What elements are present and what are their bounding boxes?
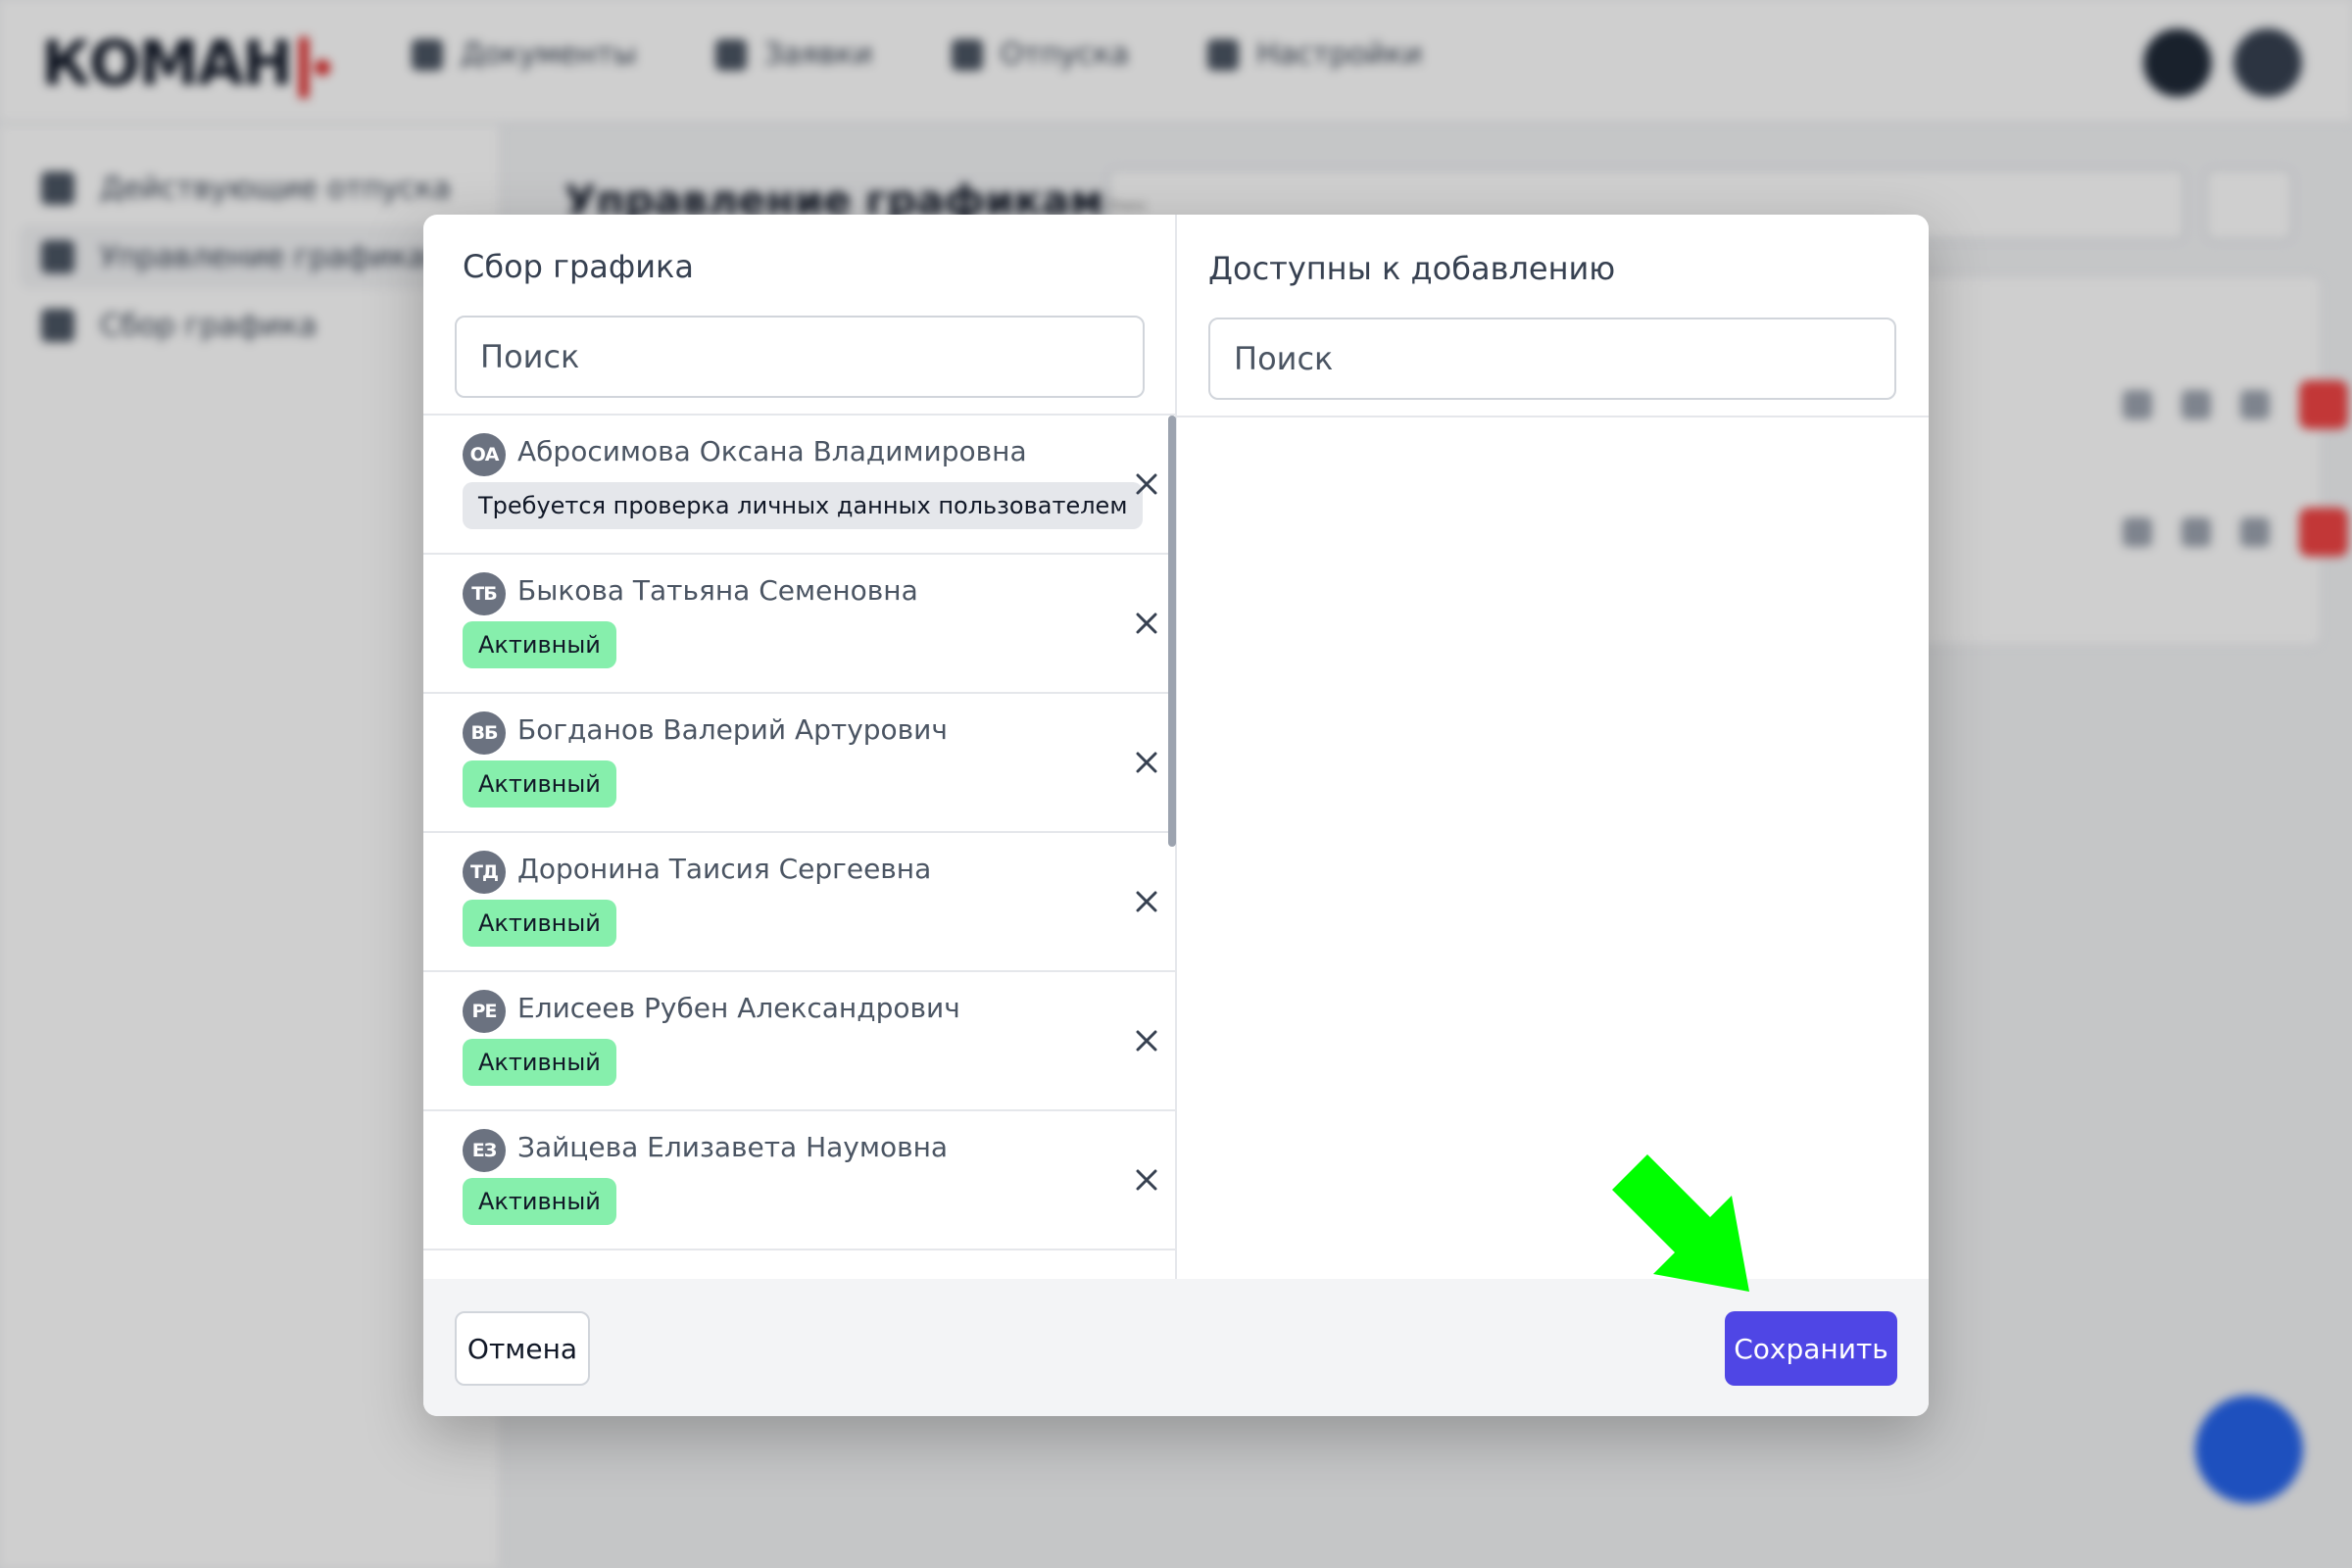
status-badge: Активный bbox=[463, 1039, 616, 1086]
list-item: ВБ Богданов Валерий Артурович Активный bbox=[423, 694, 1177, 833]
save-button[interactable]: Сохранить bbox=[1725, 1311, 1897, 1386]
close-icon bbox=[1136, 1030, 1157, 1052]
avatar: РЕ bbox=[463, 990, 506, 1033]
employee-name: Елисеев Рубен Александрович bbox=[517, 992, 960, 1024]
list-item: ТБ Быкова Татьяна Семеновна Активный bbox=[423, 555, 1177, 694]
list-item: РЕ Елисеев Рубен Александрович Активный bbox=[423, 972, 1177, 1111]
remove-button[interactable] bbox=[1129, 1162, 1164, 1198]
remove-button[interactable] bbox=[1129, 1023, 1164, 1058]
close-icon bbox=[1136, 891, 1157, 912]
selected-employee-list: ОА Абросимова Оксана Владимировна Требуе… bbox=[423, 416, 1177, 1279]
status-badge: Требуется проверка личных данных пользов… bbox=[463, 482, 1144, 529]
cancel-button[interactable]: Отмена bbox=[455, 1311, 590, 1386]
divider bbox=[1177, 416, 1929, 417]
status-badge: Активный bbox=[463, 760, 616, 808]
avatar: ТБ bbox=[463, 572, 506, 615]
remove-button[interactable] bbox=[1129, 745, 1164, 780]
avatar: ОА bbox=[463, 433, 506, 476]
close-icon bbox=[1136, 1169, 1157, 1191]
status-badge: Активный bbox=[463, 621, 616, 668]
available-search-input[interactable] bbox=[1208, 318, 1896, 400]
employee-name: Доронина Таисия Сергеевна bbox=[517, 853, 932, 885]
employee-name: Зайцева Елизавета Наумовна bbox=[517, 1131, 949, 1163]
list-item: ЕЗ Зайцева Елизавета Наумовна Активный bbox=[423, 1111, 1177, 1250]
avatar: ТД bbox=[463, 851, 506, 894]
employee-name: Быкова Татьяна Семеновна bbox=[517, 574, 918, 607]
status-badge: Активный bbox=[463, 1178, 616, 1225]
close-icon bbox=[1136, 473, 1157, 495]
available-panel: Доступны к добавлению bbox=[1177, 215, 1929, 1279]
remove-button[interactable] bbox=[1129, 606, 1164, 641]
avatar: ВБ bbox=[463, 711, 506, 755]
close-icon bbox=[1136, 612, 1157, 634]
status-badge: Активный bbox=[463, 900, 616, 947]
employee-name: Богданов Валерий Артурович bbox=[517, 713, 948, 746]
remove-button[interactable] bbox=[1129, 884, 1164, 919]
avatar: ЕЗ bbox=[463, 1129, 506, 1172]
list-item: ОА Абросимова Оксана Владимировна Требуе… bbox=[423, 416, 1177, 555]
remove-button[interactable] bbox=[1129, 466, 1164, 502]
annotation-arrow-icon bbox=[1612, 1154, 1749, 1292]
close-icon bbox=[1136, 752, 1157, 773]
list-scrollbar[interactable] bbox=[1168, 416, 1176, 847]
employee-name: Абросимова Оксана Владимировна bbox=[517, 435, 1027, 467]
list-item: ТД Доронина Таисия Сергеевна Активный bbox=[423, 833, 1177, 972]
available-panel-title: Доступны к добавлению bbox=[1208, 250, 1616, 287]
selected-panel: Сбор графика ОА Абросимова Оксана Владим… bbox=[423, 215, 1177, 1279]
selected-search-input[interactable] bbox=[455, 316, 1145, 398]
selected-panel-title: Сбор графика bbox=[463, 248, 694, 285]
